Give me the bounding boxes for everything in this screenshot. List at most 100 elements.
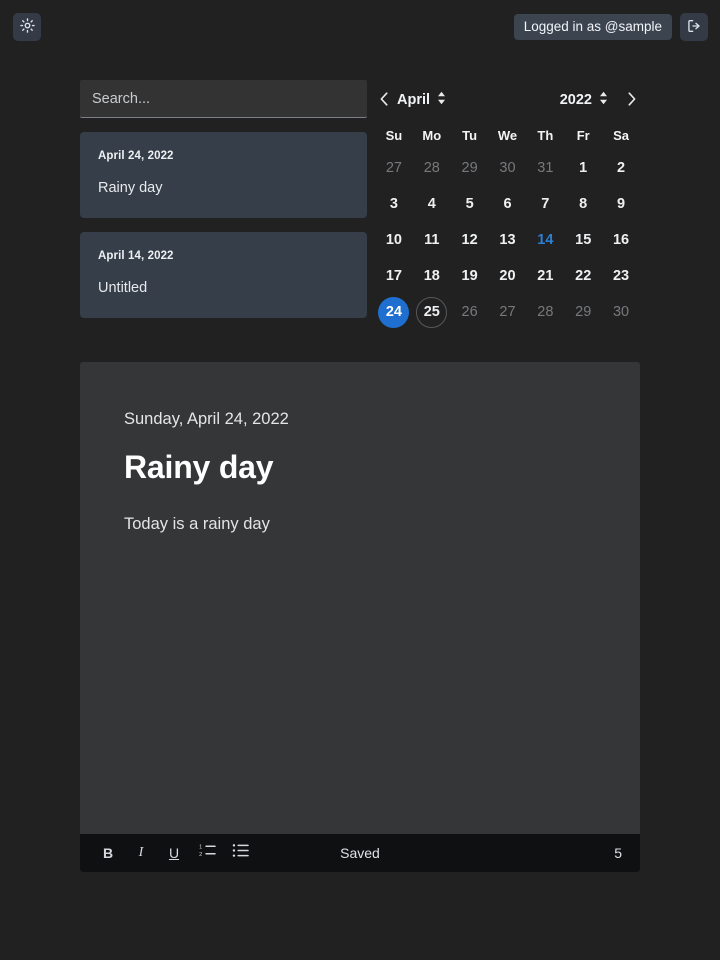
calendar-day-22[interactable]: 22 — [568, 261, 599, 292]
calendar-cell: 9 — [602, 186, 640, 222]
logout-button[interactable] — [680, 13, 708, 41]
calendar-weekday-label: Th — [537, 127, 554, 143]
calendar-header: April 2022 — [375, 80, 640, 120]
char-count-label: 5 — [614, 845, 622, 861]
calendar-day-19[interactable]: 19 — [454, 261, 485, 292]
calendar-cell: 31 — [526, 150, 564, 186]
svg-text:2: 2 — [199, 852, 202, 858]
calendar-day-25[interactable]: 25 — [416, 296, 448, 328]
calendar-cell: 29 — [451, 150, 489, 186]
calendar-weekday-label: Sa — [613, 127, 630, 143]
calendar-cell: 22 — [564, 258, 602, 294]
calendar-month-selector[interactable]: April — [393, 91, 450, 110]
calendar-cell: 11 — [413, 222, 451, 258]
calendar-day-28[interactable]: 28 — [416, 153, 447, 184]
calendar-day-26[interactable]: 26 — [454, 297, 485, 328]
calendar-cell: 13 — [489, 222, 527, 258]
calendar-cell: 28 — [413, 150, 451, 186]
calendar-day-12[interactable]: 12 — [454, 225, 485, 256]
calendar-panel: April 2022 Su Mo Tu We Th Fr Sa 27 28 29… — [375, 80, 640, 330]
calendar-day-5[interactable]: 5 — [454, 189, 485, 220]
calendar-cell: 8 — [564, 186, 602, 222]
calendar-cell: 1 — [564, 150, 602, 186]
calendar-cell: 3 — [375, 186, 413, 222]
chevron-right-icon — [626, 91, 637, 110]
calendar-day-20[interactable]: 20 — [492, 261, 523, 292]
calendar-cell: 28 — [526, 294, 564, 330]
calendar-weekday-label: Mo — [422, 127, 442, 143]
search-input[interactable] — [80, 80, 367, 118]
calendar-day-7[interactable]: 7 — [530, 189, 561, 220]
note-list-item-title: Untitled — [98, 280, 148, 296]
calendar-next-month-button[interactable] — [622, 88, 640, 112]
calendar-cell: 7 — [526, 186, 564, 222]
ordered-list-button[interactable]: 1 2 — [197, 843, 217, 863]
calendar-day-27[interactable]: 27 — [492, 297, 523, 328]
calendar-day-grid: 27 28 29 30 31 1 2 3 4 5 6 7 8 9 10 11 12 13 14 15 16 17 18 19 2… — [375, 150, 640, 330]
calendar-weekday-label: We — [497, 127, 518, 143]
bold-button[interactable]: B — [98, 843, 118, 863]
calendar-cell: 12 — [451, 222, 489, 258]
calendar-day-17[interactable]: 17 — [378, 261, 409, 292]
note-list-item[interactable]: April 24, 2022 Rainy day — [80, 132, 367, 218]
calendar-day-30[interactable]: 30 — [606, 297, 637, 328]
theme-toggle-button[interactable] — [13, 13, 41, 41]
calendar-cell: 30 — [489, 150, 527, 186]
calendar-cell: 24 — [375, 294, 413, 330]
calendar-day-14[interactable]: 14 — [530, 225, 561, 256]
note-title-input[interactable]: Rainy day — [124, 449, 596, 486]
notes-list: April 24, 2022 Rainy day April 14, 2022 Unt… — [80, 132, 367, 318]
calendar-month-label: April — [397, 92, 431, 108]
calendar-day-10[interactable]: 10 — [378, 225, 409, 256]
sun-icon — [19, 18, 35, 36]
calendar-day-29[interactable]: 29 — [454, 153, 485, 184]
calendar-prev-month-button[interactable] — [375, 88, 393, 112]
calendar-day-13[interactable]: 13 — [492, 225, 523, 256]
calendar-day-18[interactable]: 18 — [416, 261, 447, 292]
calendar-cell: 4 — [413, 186, 451, 222]
calendar-cell: 19 — [451, 258, 489, 294]
note-list-item-date: April 24, 2022 — [98, 150, 174, 162]
logout-icon — [686, 18, 702, 37]
note-content-input[interactable]: Today is a rainy day — [124, 512, 596, 537]
calendar-day-15[interactable]: 15 — [568, 225, 599, 256]
calendar-day-16[interactable]: 16 — [606, 225, 637, 256]
note-list-item[interactable]: April 14, 2022 Untitled — [80, 232, 367, 318]
calendar-cell: 15 — [564, 222, 602, 258]
calendar-day-8[interactable]: 8 — [568, 189, 599, 220]
calendar-day-27[interactable]: 27 — [378, 153, 409, 184]
calendar-day-29[interactable]: 29 — [568, 297, 599, 328]
calendar-day-23[interactable]: 23 — [606, 261, 637, 292]
calendar-weekday-label: Su — [385, 127, 403, 143]
calendar-day-11[interactable]: 11 — [416, 225, 447, 256]
notes-panel: April 24, 2022 Rainy day April 14, 2022 Unt… — [80, 80, 367, 318]
chevron-up-down-icon — [437, 91, 446, 110]
calendar-cell: 16 — [602, 222, 640, 258]
calendar-day-1[interactable]: 1 — [568, 153, 599, 184]
underline-button[interactable]: U — [164, 843, 184, 863]
calendar-cell: 26 — [451, 294, 489, 330]
chevron-left-icon — [379, 91, 390, 110]
calendar-day-31[interactable]: 31 — [530, 153, 561, 184]
calendar-cell: 21 — [526, 258, 564, 294]
calendar-day-9[interactable]: 9 — [606, 189, 637, 220]
editor-toolbar: B I U 1 2 Saved 5 — [80, 834, 640, 872]
chevron-up-down-icon — [599, 91, 608, 110]
calendar-day-21[interactable]: 21 — [530, 261, 561, 292]
calendar-cell: 14 — [526, 222, 564, 258]
calendar-day-6[interactable]: 6 — [492, 189, 523, 220]
calendar-day-28[interactable]: 28 — [530, 297, 561, 328]
calendar-day-3[interactable]: 3 — [378, 189, 409, 220]
calendar-day-4[interactable]: 4 — [416, 189, 447, 220]
calendar-day-24[interactable]: 24 — [378, 296, 410, 328]
calendar-day-30[interactable]: 30 — [492, 153, 523, 184]
bullet-list-button[interactable] — [230, 843, 250, 863]
italic-button[interactable]: I — [131, 843, 151, 863]
bullet-list-icon — [232, 843, 249, 863]
calendar-year-selector[interactable]: 2022 — [556, 91, 612, 110]
ordered-list-icon: 1 2 — [199, 843, 216, 863]
calendar-cell: 18 — [413, 258, 451, 294]
note-editor-body[interactable]: Sunday, April 24, 2022 Rainy day Today i… — [80, 362, 640, 834]
topbar: Logged in as @sample — [0, 0, 720, 56]
calendar-day-2[interactable]: 2 — [606, 153, 637, 184]
